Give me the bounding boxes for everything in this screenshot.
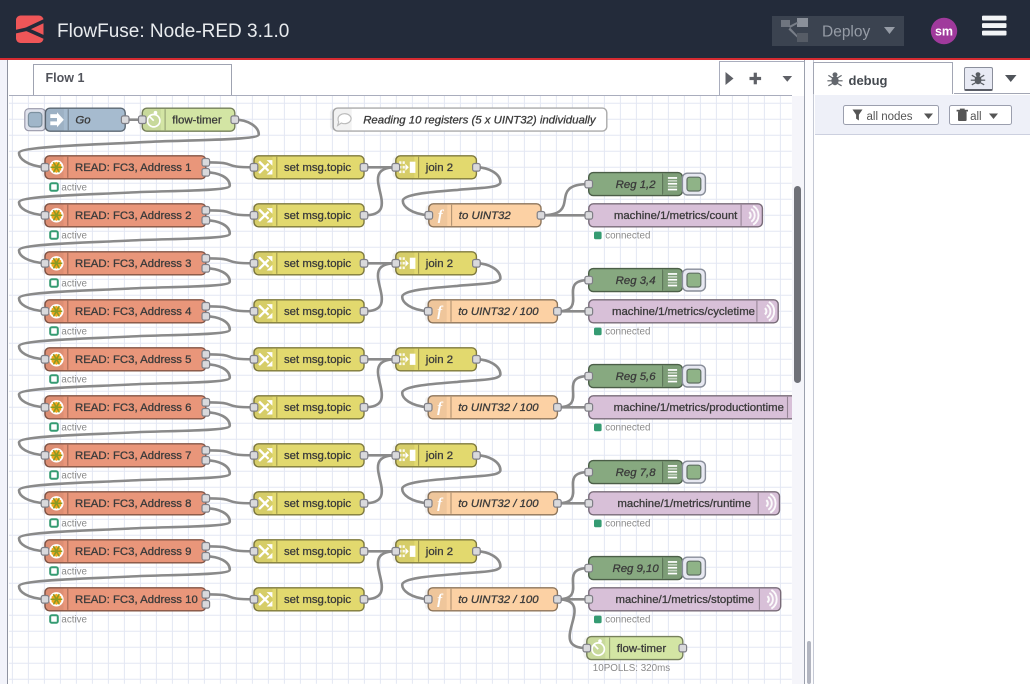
svg-text:READ: FC3, Address 3: READ: FC3, Address 3 — [75, 258, 191, 270]
svg-text:flow-timer: flow-timer — [172, 115, 222, 127]
svg-text:active: active — [62, 375, 88, 386]
svg-text:set msg.topic: set msg.topic — [284, 402, 351, 414]
svg-text:READ: FC3, Address 6: READ: FC3, Address 6 — [75, 402, 191, 414]
svg-text:Go: Go — [76, 115, 91, 127]
svg-text:set msg.topic: set msg.topic — [284, 258, 351, 270]
svg-text:connected: connected — [605, 519, 650, 530]
svg-text:READ: FC3, Address 8: READ: FC3, Address 8 — [75, 498, 191, 510]
svg-text:flow-timer: flow-timer — [617, 643, 667, 655]
svg-text:to UINT32 / 100: to UINT32 / 100 — [458, 402, 539, 414]
svg-text:set msg.topic: set msg.topic — [284, 210, 351, 222]
svg-text:active: active — [62, 231, 88, 242]
svg-text:active: active — [62, 327, 88, 338]
svg-text:Reg 3,4: Reg 3,4 — [616, 275, 656, 287]
svg-text:connected: connected — [605, 231, 650, 242]
svg-text:FlowFuse: Node-RED 3.1.0: FlowFuse: Node-RED 3.1.0 — [57, 21, 289, 42]
svg-text:READ: FC3, Address 10: READ: FC3, Address 10 — [75, 594, 198, 606]
svg-text:join 2: join 2 — [425, 354, 453, 366]
svg-text:set msg.topic: set msg.topic — [284, 306, 351, 318]
svg-text:to UINT32: to UINT32 — [459, 210, 512, 222]
svg-text:active: active — [62, 423, 88, 434]
svg-text:active: active — [62, 183, 88, 194]
svg-text:READ: FC3, Address 4: READ: FC3, Address 4 — [75, 306, 191, 318]
svg-text:machine/1/metrics/cycletime: machine/1/metrics/cycletime — [612, 306, 755, 318]
svg-text:debug: debug — [849, 73, 888, 88]
svg-text:join 2: join 2 — [425, 162, 453, 174]
svg-text:machine/1/metrics/productionti: machine/1/metrics/productiontime — [614, 402, 784, 414]
svg-text:to UINT32 / 100: to UINT32 / 100 — [458, 306, 539, 318]
svg-text:set msg.topic: set msg.topic — [284, 498, 351, 510]
svg-text:all: all — [970, 111, 982, 123]
svg-text:active: active — [62, 615, 88, 626]
svg-text:Reg 5,6: Reg 5,6 — [616, 371, 657, 383]
svg-text:READ: FC3, Address 9: READ: FC3, Address 9 — [75, 546, 191, 558]
svg-text:connected: connected — [605, 327, 650, 338]
svg-text:to UINT32 / 100: to UINT32 / 100 — [458, 498, 539, 510]
svg-text:set msg.topic: set msg.topic — [284, 546, 351, 558]
svg-text:join 2: join 2 — [425, 258, 453, 270]
svg-text:active: active — [62, 567, 88, 578]
svg-text:join 2: join 2 — [425, 546, 453, 558]
svg-text:connected: connected — [605, 615, 650, 626]
svg-text:machine/1/metrics/count: machine/1/metrics/count — [614, 210, 738, 222]
svg-text:set msg.topic: set msg.topic — [284, 450, 351, 462]
svg-text:Reading 10 registers (5 x UINT: Reading 10 registers (5 x UINT32) indivi… — [363, 115, 597, 127]
svg-text:Deploy: Deploy — [822, 24, 870, 41]
svg-text:READ: FC3, Address 7: READ: FC3, Address 7 — [75, 450, 191, 462]
svg-text:10POLLS: 320ms: 10POLLS: 320ms — [593, 663, 670, 674]
svg-text:set msg.topic: set msg.topic — [284, 354, 351, 366]
svg-text:sm: sm — [935, 25, 953, 39]
svg-text:active: active — [62, 519, 88, 530]
svg-text:to UINT32 / 100: to UINT32 / 100 — [458, 594, 539, 606]
svg-text:Reg 1,2: Reg 1,2 — [616, 179, 657, 191]
svg-text:all nodes: all nodes — [866, 111, 912, 123]
svg-text:Reg 9,10: Reg 9,10 — [613, 563, 660, 575]
svg-text:Reg 7,8: Reg 7,8 — [616, 467, 657, 479]
svg-text:READ: FC3, Address 5: READ: FC3, Address 5 — [75, 354, 191, 366]
svg-text:READ: FC3, Address 2: READ: FC3, Address 2 — [75, 210, 191, 222]
svg-text:READ: FC3, Address 1: READ: FC3, Address 1 — [75, 162, 191, 174]
svg-text:active: active — [62, 279, 88, 290]
svg-text:set msg.topic: set msg.topic — [284, 594, 351, 606]
svg-text:machine/1/metrics/runtime: machine/1/metrics/runtime — [618, 498, 752, 510]
svg-text:machine/1/metrics/stoptime: machine/1/metrics/stoptime — [616, 594, 755, 606]
svg-text:active: active — [62, 471, 88, 482]
svg-text:connected: connected — [605, 423, 650, 434]
svg-text:set msg.topic: set msg.topic — [284, 162, 351, 174]
svg-text:join 2: join 2 — [425, 450, 453, 462]
